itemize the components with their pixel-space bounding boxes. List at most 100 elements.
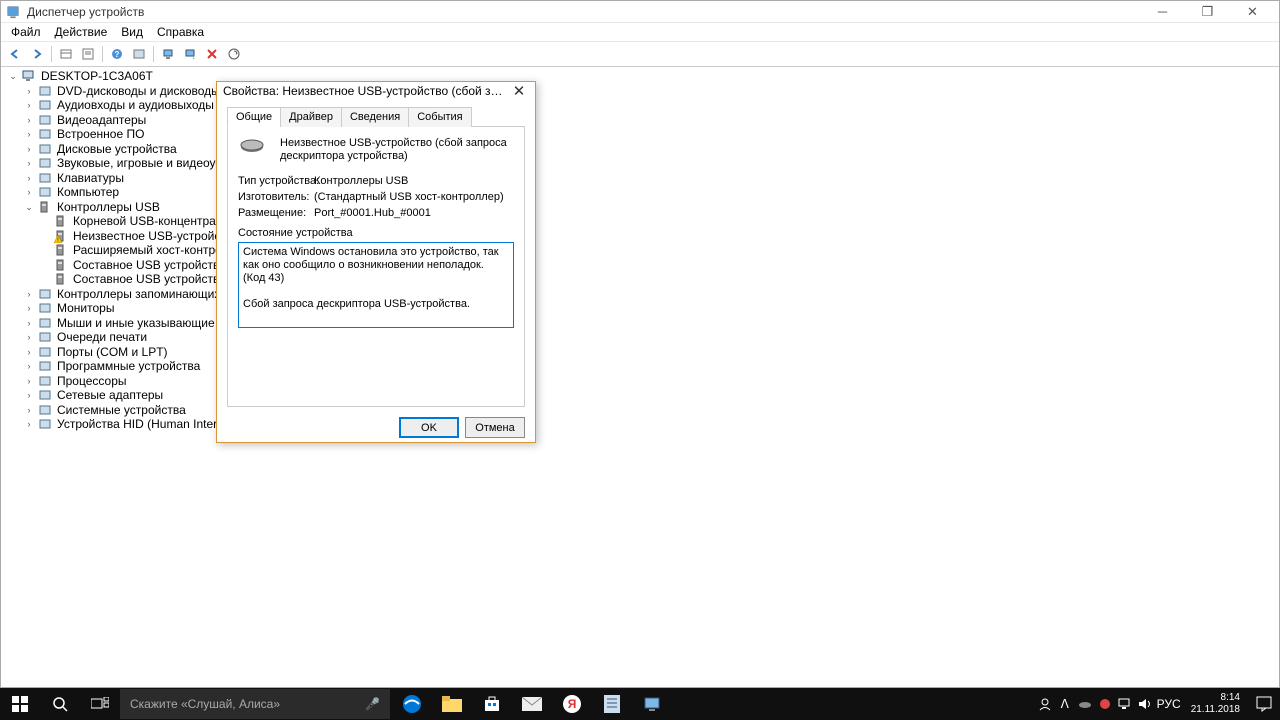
minimize-button[interactable]: ─ (1140, 2, 1185, 22)
svg-text:?: ? (115, 50, 120, 59)
tab-events[interactable]: События (408, 107, 471, 127)
help-button[interactable]: ? (107, 44, 127, 64)
tree-item[interactable]: Составное USB устройство (3, 272, 1277, 286)
device-category-icon (37, 171, 53, 185)
tree-item[interactable]: ›Мыши и иные указывающие устрой (3, 316, 1277, 330)
start-button[interactable] (0, 688, 40, 720)
dialog-titlebar[interactable]: Свойства: Неизвестное USB-устройство (сб… (217, 82, 535, 100)
task-view-icon[interactable] (80, 688, 120, 720)
device-category-icon (37, 127, 53, 141)
expand-icon[interactable]: › (23, 316, 35, 330)
tab-general[interactable]: Общие (227, 107, 281, 127)
expand-icon[interactable]: › (23, 403, 35, 417)
tray-clock[interactable]: 8:14 21.11.2018 (1183, 692, 1248, 716)
taskbar-app-mail[interactable] (512, 688, 552, 720)
taskbar-app-edge[interactable] (392, 688, 432, 720)
tree-item[interactable]: ›Аудиовходы и аудиовыходы (3, 98, 1277, 112)
expand-icon[interactable]: › (23, 417, 35, 431)
tree-item[interactable]: ›Контроллеры запоминающих устро (3, 287, 1277, 301)
tree-item[interactable]: ›DVD-дисководы и дисководы компа (3, 84, 1277, 98)
expand-icon[interactable]: › (23, 345, 35, 359)
tray-app-icon[interactable] (1095, 688, 1115, 720)
expand-icon[interactable]: › (23, 359, 35, 373)
tray-onedrive-icon[interactable] (1075, 688, 1095, 720)
expand-icon[interactable]: › (23, 127, 35, 141)
expand-icon[interactable]: › (23, 287, 35, 301)
cancel-button[interactable]: Отмена (465, 417, 525, 438)
menu-help[interactable]: Справка (151, 23, 210, 41)
tree-item[interactable]: ›Системные устройства (3, 403, 1277, 417)
tree-item[interactable]: ›Очереди печати (3, 330, 1277, 344)
expand-icon[interactable]: › (23, 330, 35, 344)
device-tree[interactable]: ⌄ DESKTOP-1C3A06T ›DVD-дисководы и диско… (3, 69, 1277, 431)
expand-icon[interactable]: › (23, 301, 35, 315)
tree-item[interactable]: ›Клавиатуры (3, 171, 1277, 185)
expand-icon[interactable]: › (23, 113, 35, 127)
expand-icon[interactable]: › (23, 388, 35, 402)
properties-button[interactable] (78, 44, 98, 64)
expand-icon[interactable]: › (23, 156, 35, 170)
expand-icon[interactable]: › (23, 374, 35, 388)
status-textbox[interactable]: Система Windows остановила это устройств… (238, 242, 514, 328)
expand-icon[interactable]: › (23, 142, 35, 156)
view-button[interactable] (129, 44, 149, 64)
usb-device-icon: ! (53, 229, 69, 243)
expand-icon[interactable]: ⌄ (7, 69, 19, 83)
tree-item[interactable]: !Неизвестное USB-устройство (сбо (3, 229, 1277, 243)
tree-item[interactable]: ›Устройства HID (Human Interface Dev (3, 417, 1277, 431)
expand-icon[interactable]: › (23, 171, 35, 185)
tree-item[interactable]: Расширяемый хост-контроллер I (3, 243, 1277, 257)
tree-item[interactable]: ›Видеоадаптеры (3, 113, 1277, 127)
taskbar-app-store[interactable] (472, 688, 512, 720)
tray-lang[interactable]: РУС (1155, 688, 1183, 720)
expand-icon[interactable]: › (23, 185, 35, 199)
tree-item[interactable]: ›Мониторы (3, 301, 1277, 315)
menu-view[interactable]: Вид (115, 23, 149, 41)
tree-root[interactable]: ⌄ DESKTOP-1C3A06T (3, 69, 1277, 83)
scan-hardware-button[interactable] (224, 44, 244, 64)
tree-item[interactable]: ›Программные устройства (3, 359, 1277, 373)
tray-network-icon[interactable] (1115, 688, 1135, 720)
forward-button[interactable] (27, 44, 47, 64)
collapse-icon[interactable]: ⌄ (23, 200, 35, 214)
tree-item[interactable]: ›Порты (COM и LPT) (3, 345, 1277, 359)
search-icon[interactable] (40, 688, 80, 720)
tree-item[interactable]: Корневой USB-концентратор (USB (3, 214, 1277, 228)
menu-file[interactable]: Файл (5, 23, 47, 41)
expand-icon[interactable]: › (23, 84, 35, 98)
computer-icon (21, 69, 37, 83)
taskbar-app-devmgr[interactable] (632, 688, 672, 720)
menu-action[interactable]: Действие (49, 23, 114, 41)
show-hidden-button[interactable] (56, 44, 76, 64)
maximize-button[interactable]: ❐ (1185, 2, 1230, 22)
tray-date: 21.11.2018 (1191, 704, 1240, 716)
back-button[interactable] (5, 44, 25, 64)
tree-item[interactable]: ›Дисковые устройства (3, 142, 1277, 156)
taskbar-app-explorer[interactable] (432, 688, 472, 720)
tray-chevron-icon[interactable]: ᐱ (1055, 688, 1075, 720)
tree-item[interactable]: ›Сетевые адаптеры (3, 388, 1277, 402)
tree-item[interactable]: ›Процессоры (3, 374, 1277, 388)
tree-item[interactable]: ⌄Контроллеры USB (3, 200, 1277, 214)
uninstall-button[interactable]: ↓ (180, 44, 200, 64)
tree-item[interactable]: Составное USB устройство (3, 258, 1277, 272)
tab-driver[interactable]: Драйвер (280, 107, 342, 127)
expand-icon[interactable]: › (23, 98, 35, 112)
tree-item[interactable]: ›Звуковые, игровые и видеоустройст (3, 156, 1277, 170)
cortana-search[interactable]: Скажите «Слушай, Алиса» 🎤 (120, 689, 390, 719)
tree-item[interactable]: ›Компьютер (3, 185, 1277, 199)
cortana-placeholder: Скажите «Слушай, Алиса» (130, 697, 280, 711)
dialog-close-button[interactable]: ✕ (509, 82, 529, 100)
mic-icon[interactable]: 🎤 (365, 697, 380, 711)
ok-button[interactable]: OK (399, 417, 459, 438)
close-button[interactable]: ✕ (1230, 2, 1275, 22)
tab-details[interactable]: Сведения (341, 107, 409, 127)
disable-button[interactable] (202, 44, 222, 64)
tray-volume-icon[interactable] (1135, 688, 1155, 720)
tree-item[interactable]: ›Встроенное ПО (3, 127, 1277, 141)
update-driver-button[interactable] (158, 44, 178, 64)
people-icon[interactable] (1035, 688, 1055, 720)
action-center-icon[interactable] (1248, 688, 1280, 720)
taskbar-app-yandex[interactable]: Я (552, 688, 592, 720)
taskbar-app-notepad[interactable] (592, 688, 632, 720)
